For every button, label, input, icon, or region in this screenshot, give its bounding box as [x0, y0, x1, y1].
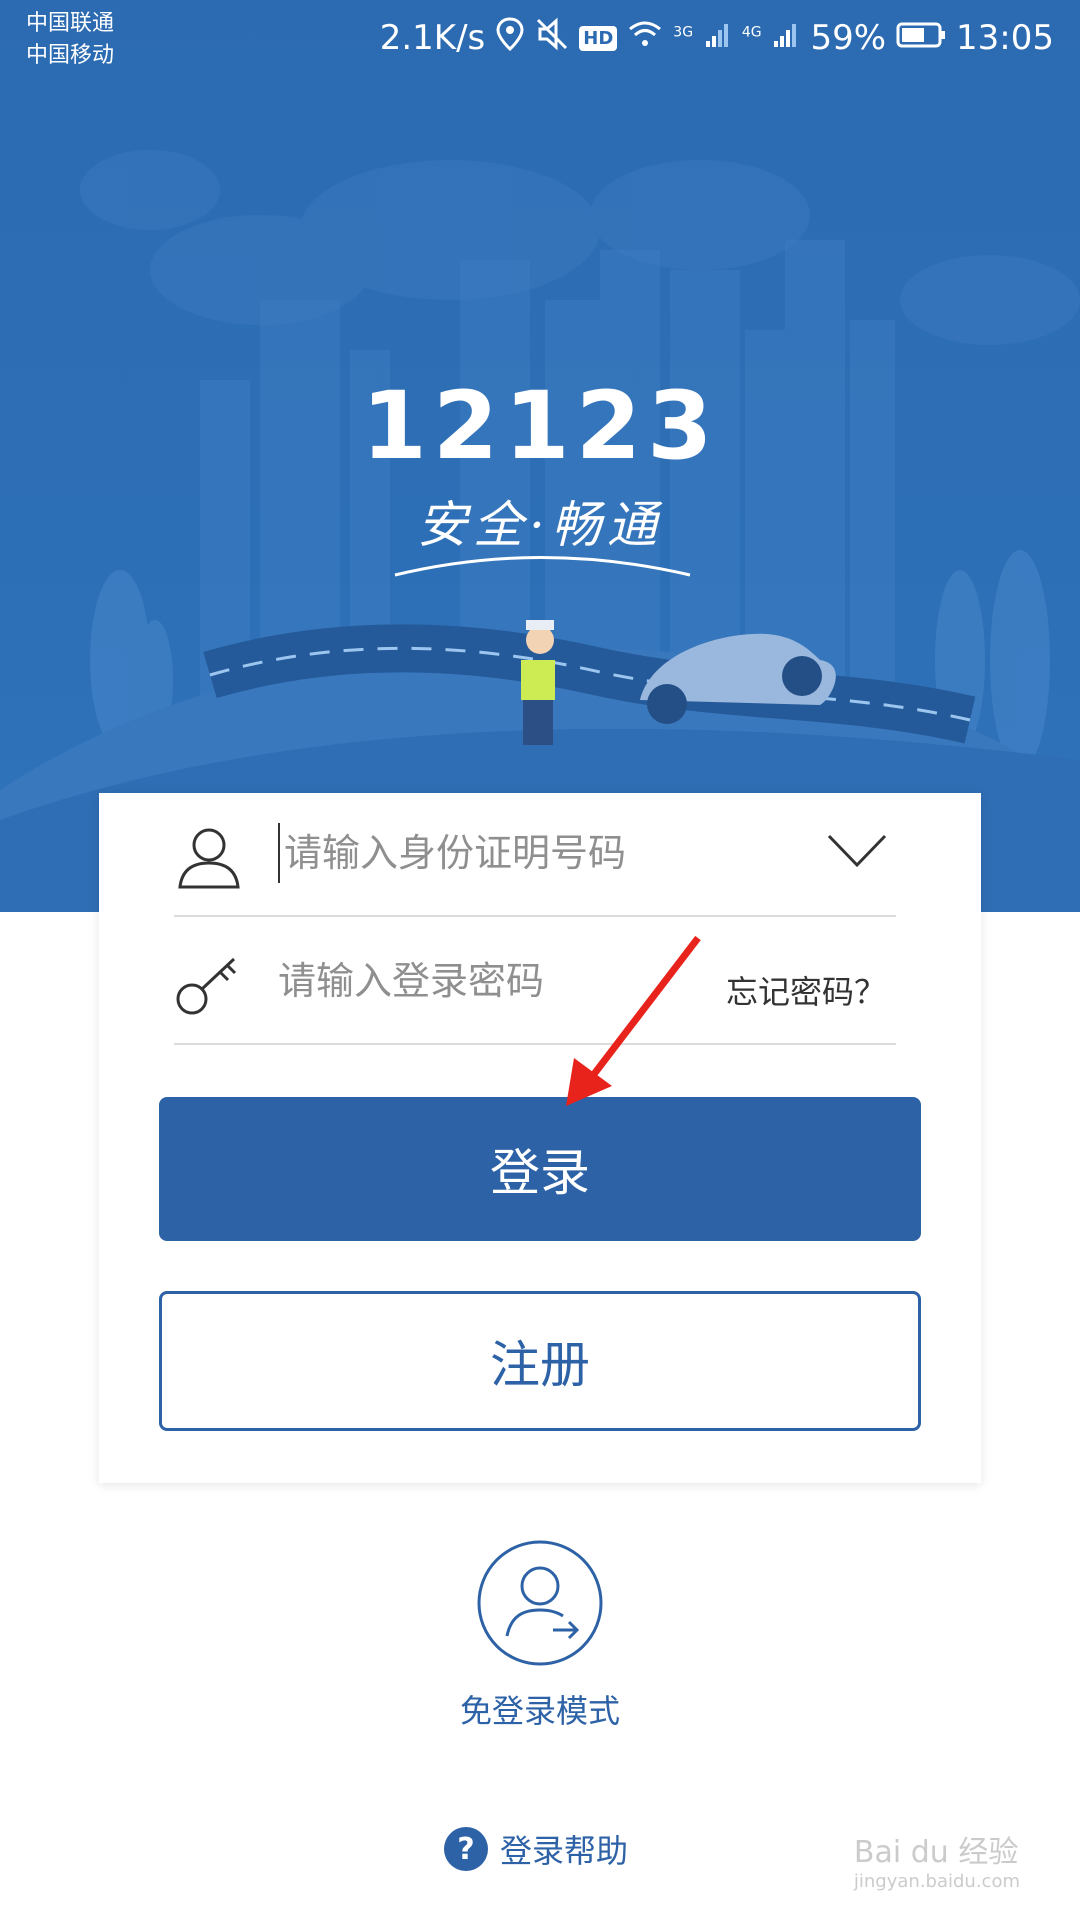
status-indicators: 2.1K/s HD 3G 4G 59% 13:05: [380, 14, 1054, 62]
login-button[interactable]: 登录: [159, 1097, 921, 1241]
id-number-input[interactable]: [278, 823, 804, 883]
mute-icon: [535, 17, 569, 60]
watermark-url: jingyan.baidu.com: [853, 1871, 1020, 1892]
hero-banner: 中国联通 中国移动 2.1K/s HD 3G 4G 59% 13:05 1212…: [0, 0, 1080, 912]
wifi-icon: [627, 18, 663, 58]
hd-icon: HD: [579, 25, 618, 51]
signal-4g-icon: 4G: [742, 18, 801, 58]
password-input[interactable]: [278, 951, 708, 1011]
clock: 13:05: [956, 18, 1054, 58]
carrier-names: 中国联通 中国移动: [26, 8, 114, 72]
guest-mode-button[interactable]: [477, 1540, 603, 1670]
chevron-down-icon[interactable]: [826, 833, 888, 873]
app-logo: 12123: [361, 372, 719, 481]
location-icon: [495, 16, 525, 60]
guest-mode-label[interactable]: 免登录模式: [0, 1686, 1080, 1732]
signal-3g-icon: 3G: [673, 18, 732, 58]
guest-user-icon: [477, 1540, 603, 1666]
app-slogan: 安全·畅通: [417, 496, 663, 554]
status-bar: 中国联通 中国移动 2.1K/s HD 3G 4G 59% 13:05: [0, 0, 1080, 80]
help-icon: ?: [444, 1827, 488, 1871]
forgot-password-link[interactable]: 忘记密码？: [726, 967, 886, 1013]
login-card: 忘记密码？ 登录 注册: [99, 793, 981, 1483]
carrier-2: 中国移动: [26, 43, 115, 68]
key-icon: [174, 953, 240, 1023]
battery-percent: 59%: [810, 18, 887, 58]
id-number-field: [174, 793, 896, 917]
baidu-watermark: Bai du 经验 jingyan.baidu.com: [854, 1827, 1020, 1892]
network-4g-label: 4G: [741, 24, 762, 41]
battery-icon: [896, 18, 946, 58]
login-help-link[interactable]: ? 登录帮助: [444, 1826, 628, 1872]
login-help-label: 登录帮助: [500, 1832, 629, 1870]
watermark-brand: Bai du 经验: [853, 1835, 1019, 1870]
network-3g-label: 3G: [673, 24, 694, 41]
carrier-1: 中国联通: [26, 11, 115, 36]
register-button[interactable]: 注册: [159, 1291, 921, 1431]
user-icon: [174, 825, 244, 895]
password-field: 忘记密码？: [174, 921, 896, 1045]
network-speed: 2.1K/s: [379, 18, 486, 58]
